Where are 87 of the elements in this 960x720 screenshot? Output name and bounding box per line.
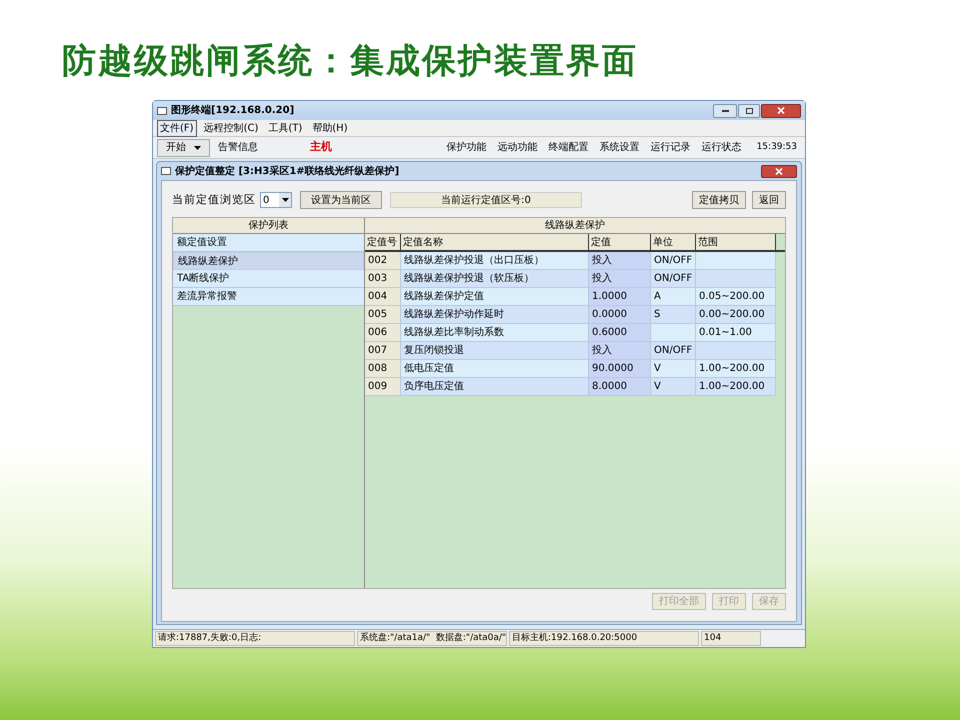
table-cell: 投入 <box>589 342 651 360</box>
table-cell: V <box>651 378 696 396</box>
dialog-title: 保护定值整定 [3:H3采区1#联络线光纤纵差保护] <box>175 164 400 178</box>
table-title: 线路纵差保护 <box>365 218 785 234</box>
protection-list-item[interactable]: 线路纵差保护 <box>173 252 364 270</box>
close-button[interactable] <box>761 164 797 178</box>
table-cell: 低电压定值 <box>401 360 589 378</box>
table-cell: 投入 <box>589 252 651 270</box>
function-tab[interactable]: 系统设置 <box>600 140 640 155</box>
table-cell: 负序电压定值 <box>401 378 589 396</box>
table-cell <box>651 324 696 342</box>
table-cell: 线路纵差保护投退（出口压板） <box>401 252 589 270</box>
table-cell: 线路纵差比率制动系数 <box>401 324 589 342</box>
column-header[interactable]: 定值 <box>589 234 651 250</box>
dialog-button[interactable]: 返回 <box>752 191 786 209</box>
maximize-button[interactable] <box>738 104 760 118</box>
row-number-cell: 009 <box>365 378 401 396</box>
slide-title: 防越级跳闸系统：集成保护装置界面 <box>62 41 638 81</box>
maximize-icon <box>746 108 752 114</box>
running-zone-field: 当前运行定值区号:0 <box>390 192 582 208</box>
table-cell: 投入 <box>589 270 651 288</box>
column-header[interactable]: 单位 <box>651 234 696 250</box>
table-cell: V <box>651 360 696 378</box>
row-number-cell: 006 <box>365 324 401 342</box>
function-tab[interactable]: 远动功能 <box>498 140 538 155</box>
caret-icon <box>194 146 201 150</box>
table-cell: 复压闭锁投退 <box>401 342 589 360</box>
list-header: 保护列表 <box>173 218 364 234</box>
function-tab[interactable]: 保护功能 <box>446 140 487 155</box>
alarm-info-label[interactable]: 告警信息 <box>218 140 258 155</box>
protection-list-item[interactable]: TA断线保护 <box>173 270 364 288</box>
protection-list-item[interactable]: 差流异常报警 <box>173 288 364 306</box>
menu-item[interactable]: 文件(F) <box>157 120 197 136</box>
table-cell: ON/OFF <box>651 252 696 270</box>
table-cell: 1.0000 <box>589 288 651 306</box>
column-header[interactable]: 范围 <box>696 234 776 250</box>
close-icon <box>775 168 783 174</box>
row-number-cell: 007 <box>365 342 401 360</box>
table-cell: 线路纵差保护定值 <box>401 288 589 306</box>
function-tab[interactable]: 运行状态 <box>702 140 742 155</box>
table-cell: 0.00~200.00 <box>696 306 776 324</box>
close-button[interactable] <box>761 104 801 118</box>
column-header[interactable]: 定值号 <box>365 234 401 250</box>
start-menu-button[interactable]: 开始 <box>157 138 210 156</box>
dialog-button[interactable]: 定值拷贝 <box>692 191 746 209</box>
minimize-icon <box>722 110 728 112</box>
table-cell: 1.00~200.00 <box>696 360 776 378</box>
status-bar-field: 系统盘:"/ata1a/" 数据盘:"/ata0a/" <box>357 631 507 646</box>
window-menu-icon[interactable] <box>157 106 167 114</box>
caret-icon <box>282 198 288 202</box>
column-header[interactable]: 定值名称 <box>401 234 589 250</box>
row-number-cell: 008 <box>365 360 401 378</box>
function-tab[interactable]: 运行记录 <box>650 140 691 155</box>
table-cell: 1.00~200.00 <box>696 378 776 396</box>
window-menu-icon[interactable] <box>161 167 171 175</box>
table-cell: 线路纵差保护动作延时 <box>401 306 589 324</box>
table-cell: 0.05~200.00 <box>696 288 776 306</box>
table-cell: 0.01~1.00 <box>696 324 776 342</box>
table-cell: 90.0000 <box>589 360 651 378</box>
menu-item[interactable]: 工具(T) <box>265 120 306 136</box>
table-cell: S <box>651 306 696 324</box>
table-cell: 0.6000 <box>589 324 651 342</box>
row-number-cell: 004 <box>365 288 401 306</box>
menu-item[interactable]: 帮助(H) <box>309 120 351 136</box>
table-cell: ON/OFF <box>651 270 696 288</box>
row-number-cell: 002 <box>365 252 401 270</box>
row-number-cell: 005 <box>365 306 401 324</box>
status-bar-field: 请求:17887,失败:0,日志: <box>155 631 355 646</box>
menu-item[interactable]: 远程控制(C) <box>200 120 262 136</box>
status-bar-field: 104 <box>701 631 761 646</box>
clock: 15:39:53 <box>756 140 797 154</box>
table-cell: 8.0000 <box>589 378 651 396</box>
function-tab[interactable]: 终端配置 <box>548 140 589 155</box>
table-cell: 线路纵差保护投退（软压板） <box>401 270 589 288</box>
close-icon <box>777 107 785 114</box>
zone-select[interactable]: 0 <box>260 192 292 208</box>
zone-label: 当前定值浏览区 <box>172 192 256 208</box>
set-current-zone-button[interactable]: 设置为当前区 <box>300 191 382 209</box>
table-cell: A <box>651 288 696 306</box>
protection-list-item[interactable]: 额定值设置 <box>173 234 364 252</box>
table-cell: 0.0000 <box>589 306 651 324</box>
host-label: 主机 <box>310 139 332 156</box>
table-cell: ON/OFF <box>651 342 696 360</box>
minimize-button[interactable] <box>713 104 737 118</box>
window-title: 图形终端[192.168.0.20] <box>171 104 294 118</box>
status-bar-field: 目标主机:192.168.0.20:5000 <box>509 631 699 646</box>
row-number-cell: 003 <box>365 270 401 288</box>
